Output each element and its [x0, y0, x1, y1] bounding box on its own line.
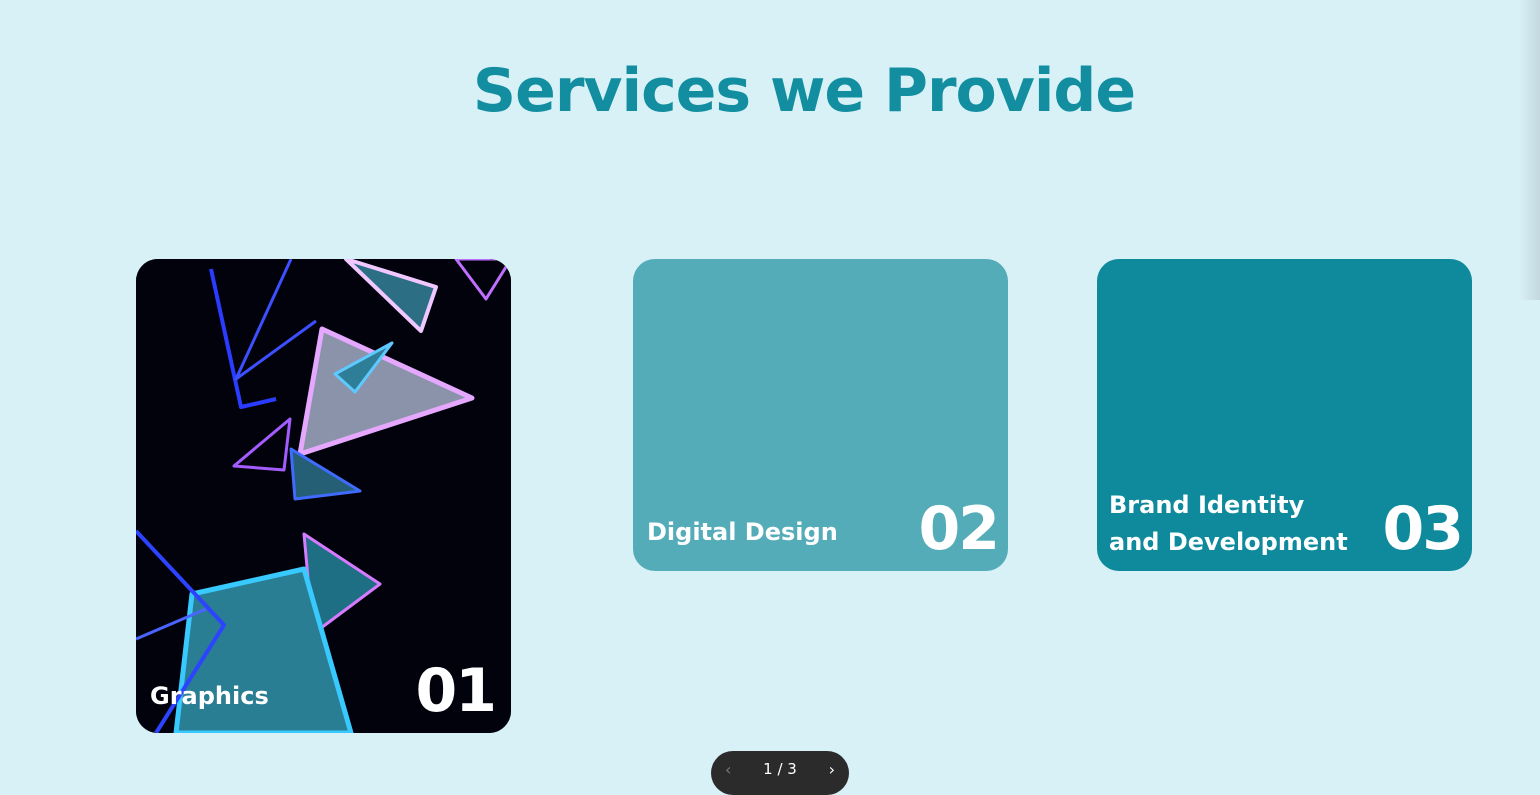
section-title: Services we Provide [472, 56, 1136, 126]
edge-shadow [1518, 0, 1540, 300]
service-card-brand-identity[interactable]: Brand Identity and Development 03 [1097, 259, 1472, 571]
service-card-digital-design[interactable]: Digital Design 02 [633, 259, 1008, 571]
card-number: 03 [1382, 494, 1464, 564]
service-card-graphics[interactable]: Graphics 01 [136, 259, 511, 733]
chevron-right-icon[interactable]: › [829, 760, 835, 779]
card-label: Brand Identity and Development [1109, 491, 1348, 556]
card-number: 02 [918, 494, 1000, 564]
card-number: 01 [415, 656, 497, 726]
card-label: Graphics [150, 682, 269, 710]
card-label: Digital Design [647, 518, 838, 546]
slider-pagination: ‹ 1 / 3 › [711, 751, 849, 795]
